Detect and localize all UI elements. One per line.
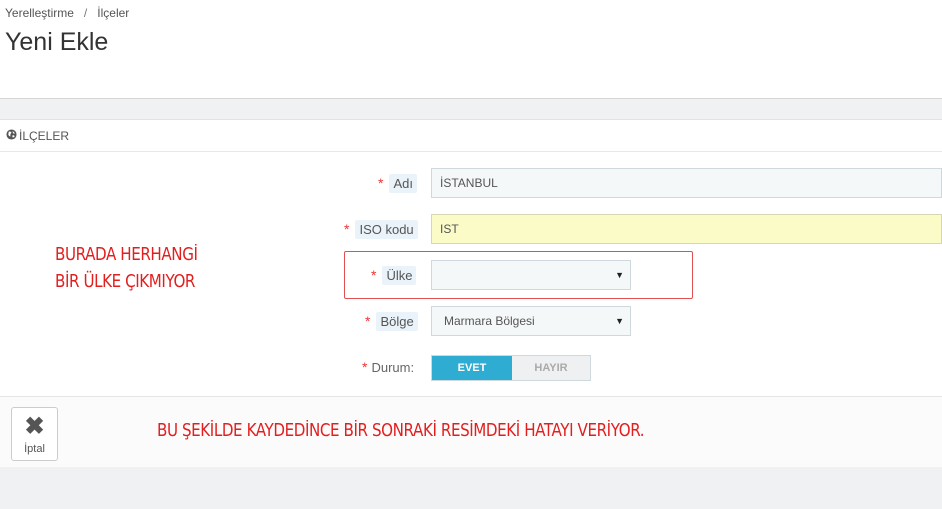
required-marker: * bbox=[371, 267, 377, 283]
panel-title: İLÇELER bbox=[19, 129, 70, 143]
cancel-button[interactable]: ✖ İptal bbox=[11, 407, 58, 461]
required-marker: * bbox=[344, 221, 350, 237]
region-label: * Bölge bbox=[365, 312, 418, 331]
page-bottom-band bbox=[0, 467, 942, 509]
annotation-note-1-line-2: BİR ÜLKE ÇIKMIYOR bbox=[55, 271, 196, 292]
iso-code-input[interactable]: IST bbox=[431, 214, 942, 244]
country-label-text: Ülke bbox=[382, 266, 417, 285]
status-yes-option[interactable]: EVET bbox=[432, 356, 512, 380]
region-select-value: Marmara Bölgesi bbox=[444, 314, 535, 328]
status-label: * Durum: bbox=[362, 359, 414, 375]
annotation-note-1-line-1: BURADA HERHANGİ bbox=[55, 244, 198, 265]
panel-heading: İLÇELER bbox=[0, 120, 942, 152]
required-marker: * bbox=[362, 359, 368, 375]
country-select[interactable]: ▼ bbox=[431, 260, 631, 290]
name-input[interactable]: İSTANBUL bbox=[431, 168, 942, 198]
required-marker: * bbox=[365, 313, 371, 329]
name-label: * Adı bbox=[378, 174, 417, 193]
cancel-button-label: İptal bbox=[24, 443, 45, 455]
breadcrumb: Yerelleştirme / İlçeler bbox=[5, 6, 129, 20]
globe-icon bbox=[6, 129, 17, 140]
country-label: * Ülke bbox=[371, 266, 417, 285]
iso-label-text: ISO kodu bbox=[355, 220, 418, 239]
toolbar-band bbox=[0, 98, 942, 121]
iso-label: * ISO kodu bbox=[344, 220, 418, 239]
region-select[interactable]: Marmara Bölgesi ▼ bbox=[431, 306, 631, 336]
breadcrumb-separator: / bbox=[83, 6, 88, 20]
status-no-option[interactable]: HAYIR bbox=[512, 356, 590, 380]
breadcrumb-item-localization[interactable]: Yerelleştirme bbox=[5, 6, 74, 20]
status-label-text: Durum: bbox=[371, 360, 415, 375]
breadcrumb-item-districts[interactable]: İlçeler bbox=[97, 6, 129, 20]
page-title: Yeni Ekle bbox=[5, 28, 109, 56]
status-toggle[interactable]: EVET HAYIR bbox=[431, 355, 591, 381]
region-label-text: Bölge bbox=[376, 312, 418, 331]
panel-footer: ✖ İptal BU ŞEKİLDE KAYDEDİNCE BİR SONRAK… bbox=[0, 396, 942, 468]
name-label-text: Adı bbox=[389, 174, 417, 193]
required-marker: * bbox=[378, 175, 384, 191]
close-icon: ✖ bbox=[24, 413, 45, 440]
annotation-note-2: BU ŞEKİLDE KAYDEDİNCE BİR SONRAKİ RESİMD… bbox=[157, 420, 645, 441]
form-panel: İLÇELER * Adı İSTANBUL * ISO kodu IST * Ülk… bbox=[0, 119, 942, 469]
chevron-down-icon: ▼ bbox=[615, 270, 624, 280]
chevron-down-icon: ▼ bbox=[615, 316, 624, 326]
